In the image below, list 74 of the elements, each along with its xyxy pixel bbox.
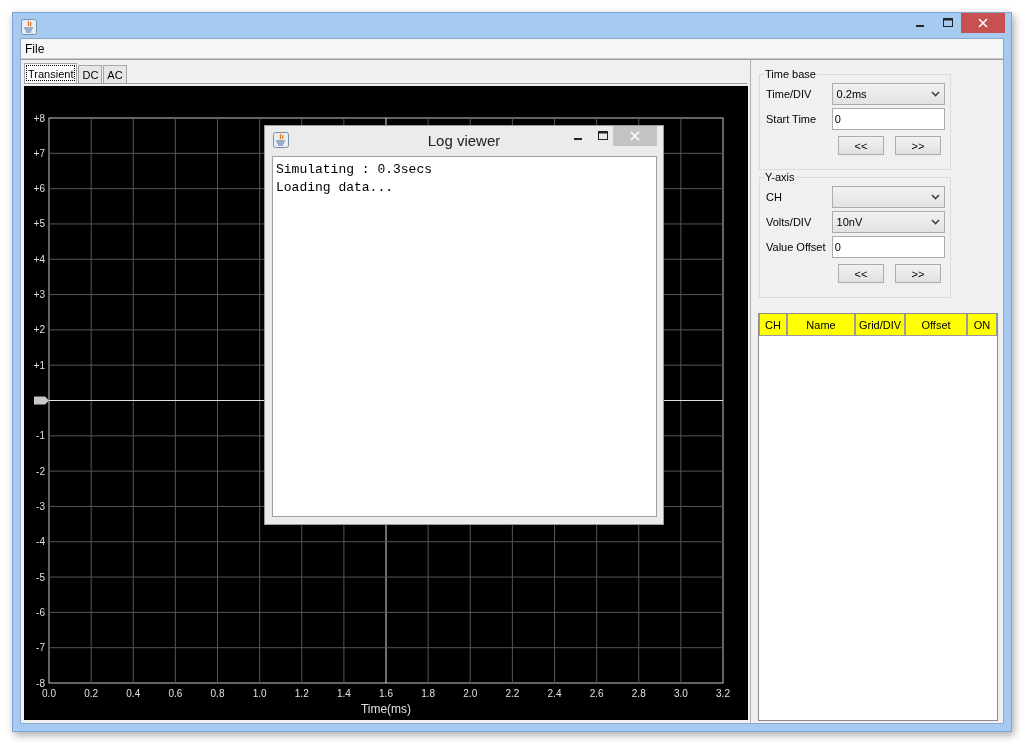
log-line: Loading data... — [276, 179, 394, 197]
x-tick-label: 1.2 — [294, 688, 309, 699]
y-tick-label: -7 — [36, 642, 45, 654]
minimize-icon — [916, 25, 924, 27]
x-tick-label: 0.2 — [84, 688, 99, 699]
column-header[interactable]: ON — [967, 314, 997, 336]
dropdown[interactable]: 10nV — [831, 211, 945, 233]
x-tick-label: 0.0 — [42, 688, 56, 699]
x-tick-label: 1.8 — [421, 688, 436, 699]
menu-item[interactable]: File — [21, 41, 49, 56]
y-tick-label: +3 — [33, 289, 45, 301]
caret-icon — [931, 91, 940, 97]
x-tick-label: 3.0 — [673, 688, 688, 699]
step-button[interactable]: << — [838, 136, 884, 155]
x-tick-label: 0.4 — [126, 688, 141, 699]
x-axis-title: Time(ms) — [360, 702, 412, 716]
y-tick-label: +1 — [33, 359, 45, 371]
group-title: Y-axis — [764, 171, 796, 183]
y-tick-label: +8 — [33, 112, 45, 124]
app-icon — [21, 19, 37, 35]
field-label: CH — [766, 191, 783, 203]
log-text-area[interactable]: Simulating : 0.3secs Loading data... — [272, 156, 657, 517]
y-tick-label: +7 — [33, 147, 45, 159]
close-icon — [630, 131, 640, 141]
x-tick-label: 2.0 — [463, 688, 478, 699]
caret-icon — [931, 219, 940, 225]
column-header[interactable]: Grid/DIV — [855, 314, 905, 336]
tab[interactable]: DC — [78, 65, 103, 83]
field-label: Time/DIV — [766, 88, 813, 100]
x-tick-label: 1.0 — [252, 688, 267, 699]
x-tick-label: 2.6 — [589, 688, 604, 699]
x-tick-label: 0.6 — [168, 688, 183, 699]
field-label: Value Offset — [766, 241, 827, 253]
dropdown[interactable]: 0.2ms — [831, 83, 945, 105]
input-field[interactable]: 0 — [831, 236, 945, 258]
y-tick-label: +5 — [33, 218, 45, 230]
x-tick-label: 0.8 — [210, 688, 225, 699]
field-label: Start Time — [766, 113, 818, 125]
column-header[interactable]: Offset — [905, 314, 967, 336]
y-tick-label: -8 — [36, 677, 45, 689]
x-tick-label: 1.6 — [379, 688, 393, 699]
x-tick-label: 3.2 — [716, 688, 730, 699]
app-icon — [273, 132, 289, 148]
x-tick-label: 1.4 — [336, 688, 351, 699]
dialog-title: Log viewer — [427, 132, 501, 149]
step-button[interactable]: >> — [895, 264, 941, 283]
group-title: Time base — [764, 68, 817, 80]
tab[interactable]: Transient — [24, 63, 78, 83]
y-tick-label: -2 — [36, 465, 45, 477]
y-tick-label: -1 — [36, 430, 45, 442]
caret-icon — [931, 194, 940, 200]
column-header[interactable]: Name — [787, 314, 855, 336]
field-label: Volts/DIV — [766, 216, 813, 228]
step-button[interactable]: << — [838, 264, 884, 283]
y-tick-label: -5 — [36, 571, 45, 583]
x-tick-label: 2.2 — [505, 688, 520, 699]
close-icon — [978, 18, 988, 28]
maximize-icon — [943, 18, 953, 28]
input-field[interactable]: 0 — [831, 108, 945, 130]
column-header[interactable]: CH — [759, 314, 787, 336]
log-line: Simulating : 0.3secs — [276, 161, 433, 179]
step-button[interactable]: >> — [895, 136, 941, 155]
zero-marker-icon[interactable] — [34, 396, 49, 405]
maximize-icon — [598, 131, 608, 141]
y-tick-label: -4 — [36, 536, 45, 548]
y-tick-label: +4 — [33, 253, 45, 265]
y-tick-label: -6 — [36, 606, 45, 618]
y-tick-label: +6 — [33, 183, 45, 195]
y-tick-label: -3 — [36, 500, 45, 512]
minimize-icon — [574, 138, 582, 140]
x-tick-label: 2.8 — [631, 688, 646, 699]
x-tick-label: 2.4 — [547, 688, 562, 699]
y-tick-label: +2 — [33, 324, 45, 336]
tab[interactable]: AC — [103, 65, 127, 83]
